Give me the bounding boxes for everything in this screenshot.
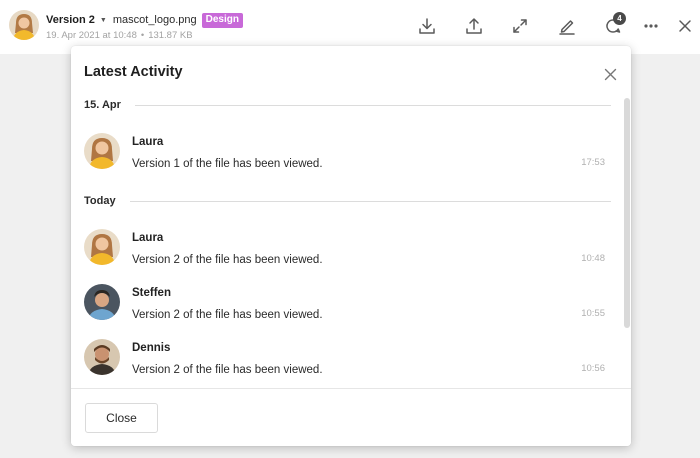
activity-text: Version 2 of the file has been viewed. <box>132 364 323 376</box>
activity-item: Steffen Version 2 of the file has been v… <box>84 284 611 324</box>
activity-text: Version 1 of the file has been viewed. <box>132 158 323 170</box>
divider <box>129 200 611 202</box>
activity-text: Version 2 of the file has been viewed. <box>132 309 323 321</box>
divider <box>134 104 611 106</box>
date-label: 15. Apr <box>84 99 121 111</box>
activity-modal: Latest Activity 15. Apr Laura Version 1 … <box>71 46 631 446</box>
avatar <box>9 10 39 40</box>
close-button[interactable]: Close <box>85 403 158 433</box>
date-label: Today <box>84 195 116 207</box>
scrollbar[interactable] <box>624 98 630 328</box>
file-date: 19. Apr 2021 at 10:48 <box>46 30 137 41</box>
activity-time: 10:55 <box>581 308 605 319</box>
activity-text: Version 2 of the file has been viewed. <box>132 254 323 266</box>
pen-icon[interactable] <box>556 15 578 37</box>
activity-time: 10:48 <box>581 253 605 264</box>
activity-item: Laura Version 1 of the file has been vie… <box>84 133 611 173</box>
user-name: Steffen <box>132 287 171 299</box>
modal-footer: Close <box>71 388 631 446</box>
user-name: Laura <box>132 232 164 244</box>
expand-icon[interactable] <box>509 15 531 37</box>
avatar <box>84 133 120 169</box>
close-icon[interactable] <box>674 15 696 37</box>
activity-list[interactable]: 15. Apr Laura Version 1 of the file has … <box>71 98 631 388</box>
chevron-down-icon[interactable]: ▼ <box>100 17 107 24</box>
file-size: 131.87 KB <box>148 30 193 41</box>
comment-count-badge: 4 <box>613 12 626 25</box>
activity-item: Dennis Version 2 of the file has been vi… <box>84 339 611 379</box>
version-selector[interactable]: Version 2 <box>46 14 95 26</box>
comment-icon[interactable]: 4 <box>602 12 626 37</box>
avatar <box>84 284 120 320</box>
date-separator: 15. Apr <box>84 98 611 112</box>
meta-separator: • <box>140 30 145 41</box>
avatar <box>84 339 120 375</box>
avatar <box>84 229 120 265</box>
tag-badge[interactable]: Design <box>201 12 243 28</box>
date-separator: Today <box>84 194 611 208</box>
activity-item: Laura Version 2 of the file has been vie… <box>84 229 611 269</box>
close-icon[interactable] <box>602 66 618 82</box>
user-name: Laura <box>132 136 164 148</box>
download-icon[interactable] <box>416 15 438 37</box>
activity-time: 10:56 <box>581 363 605 374</box>
more-icon[interactable] <box>640 15 662 37</box>
upload-icon[interactable] <box>463 15 485 37</box>
modal-title: Latest Activity <box>84 64 183 80</box>
activity-time: 17:53 <box>581 157 605 168</box>
file-meta: 19. Apr 2021 at 10:48 • 131.87 KB <box>46 30 193 41</box>
user-name: Dennis <box>132 342 171 354</box>
file-name: mascot_logo.png <box>112 14 197 26</box>
